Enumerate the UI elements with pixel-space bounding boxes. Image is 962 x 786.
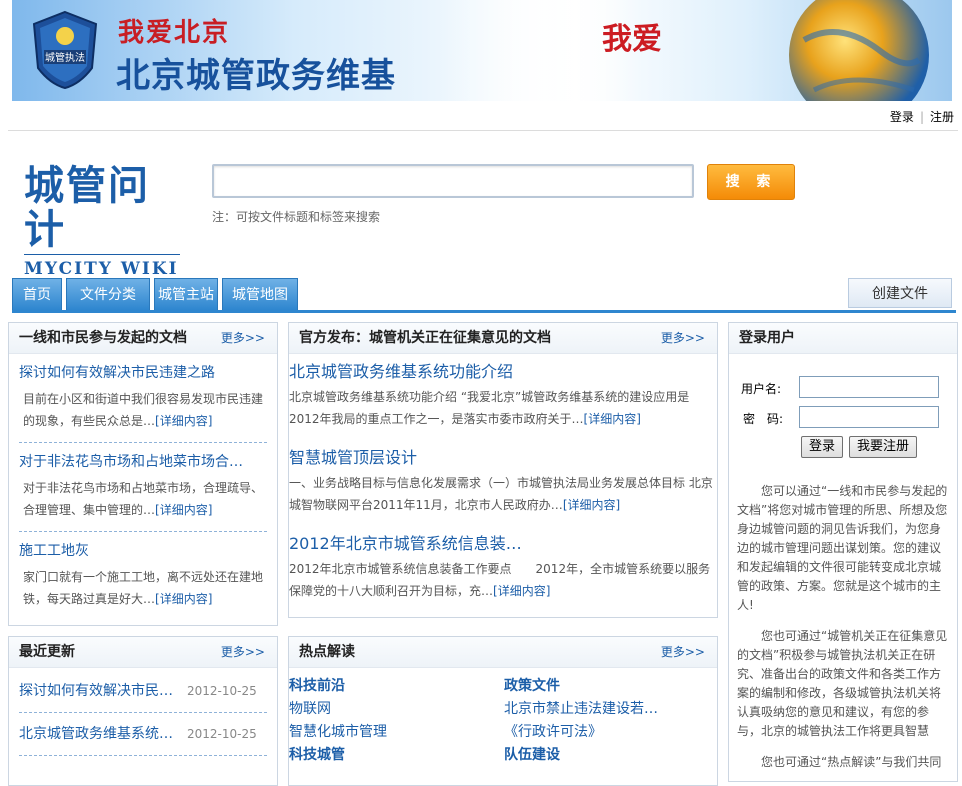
banner-title: 北京城管政务维基 xyxy=(116,56,396,96)
search-button[interactable]: 搜 索 xyxy=(707,164,795,200)
dashed-divider xyxy=(19,755,267,756)
nav-underline xyxy=(12,310,956,313)
panel-title: 登录用户 xyxy=(729,323,957,354)
citizen-doc-detail-3[interactable]: [详细内容] xyxy=(155,592,212,606)
citizen-docs-panel: 一线和市民参与发起的文档 更多>> 探讨如何有效解决市民违建之路 目前在小区和街… xyxy=(8,322,278,626)
badge-text: 城管执法 xyxy=(45,51,85,64)
login-intro-1: 您可以通过“一线和市民参与发起的文档”将您对城市管理的所思、所想及您身边城管问题… xyxy=(737,484,948,612)
password-input[interactable] xyxy=(799,406,939,428)
hot-left-link-1[interactable]: 物联网 xyxy=(289,698,499,721)
hot-more-link[interactable]: 更多>> xyxy=(661,637,705,667)
hot-title: 热点解读 xyxy=(299,644,355,660)
city-management-badge-icon: 城管执法 xyxy=(32,10,98,90)
recent-item-date-2: 2012-10-25 xyxy=(187,727,257,741)
search-input[interactable] xyxy=(212,164,694,198)
citizen-doc-title-1[interactable]: 探讨如何有效解决市民违建之路 xyxy=(19,365,215,381)
recent-item-title-2[interactable]: 北京城管政务维基系统… xyxy=(19,726,173,742)
citizen-doc-title-3[interactable]: 施工工地灰 xyxy=(19,543,89,559)
official-doc-title-2[interactable]: 智慧城管顶层设计 xyxy=(289,448,417,467)
hot-right-link-2[interactable]: 《行政许可法》 xyxy=(504,721,714,744)
hot-topics-panel: 热点解读 更多>> 科技前沿 物联网 智慧化城市管理 科技城管 政策文件 北京市… xyxy=(288,636,718,786)
tab-main-site[interactable]: 城管主站 xyxy=(154,278,218,310)
official-doc-detail-2[interactable]: [详细内容] xyxy=(563,498,620,512)
panel-title: 最近更新 更多>> xyxy=(9,637,277,668)
login-button[interactable]: 登录 xyxy=(801,436,843,458)
citizen-doc-detail-2[interactable]: [详细内容] xyxy=(155,503,212,517)
register-button[interactable]: 我要注册 xyxy=(849,436,917,458)
official-doc-detail-3[interactable]: [详细内容] xyxy=(493,584,550,598)
hot-right-heading-1[interactable]: 政策文件 xyxy=(504,675,714,698)
search-note: 注：可按文件标题和标签来搜索 xyxy=(212,210,381,224)
banner-slogan-small: 我爱北京 xyxy=(118,18,231,48)
username-input[interactable] xyxy=(799,376,939,398)
dashed-divider xyxy=(19,712,267,713)
panel-title: 官方发布：城管机关正在征集意见的文档 更多>> xyxy=(289,323,717,354)
logo-cn-text: 城管问计 xyxy=(24,162,150,253)
dashed-divider xyxy=(19,442,267,443)
citizen-docs-title: 一线和市民参与发起的文档 xyxy=(19,330,187,346)
table-row: 北京城管政务维基系统… 2012-10-25 xyxy=(19,721,267,747)
official-docs-panel: 官方发布：城管机关正在征集意见的文档 更多>> 北京城管政务维基系统功能介绍 北… xyxy=(288,322,718,618)
citizen-doc-desc-2: 对于非法花鸟市场和占地菜市场，合理疏导、合理管理、集中管理的… xyxy=(23,481,264,517)
globe-icon xyxy=(789,0,929,101)
hot-right-link-1[interactable]: 北京市禁止违法建设若… xyxy=(504,698,714,721)
separator: | xyxy=(919,110,924,124)
citizen-docs-more-link[interactable]: 更多>> xyxy=(221,323,265,353)
official-doc-desc-2: 一、业务战略目标与信息化发展需求（一）市城管执法局业务发展总体目标 北京城智物联… xyxy=(289,476,713,512)
banner-slogan-right: 我爱 xyxy=(602,22,662,57)
recent-item-date-1: 2012-10-25 xyxy=(187,684,257,698)
divider xyxy=(8,130,958,131)
top-links: 登录 | 注册 xyxy=(890,108,954,125)
dashed-divider xyxy=(19,531,267,532)
panel-title: 热点解读 更多>> xyxy=(289,637,717,668)
list-item: 家门口就有一个施工工地，离不远处还在建地铁，每天路过真是好大…[详细内容] xyxy=(19,566,267,610)
logo-en-text: MYCITY WIKI xyxy=(24,259,179,279)
username-label: 用户名: xyxy=(741,382,782,396)
list-item: 北京城管政务维基系统功能介绍 “我爱北京”城管政务维基系统的建设应用是2012年… xyxy=(289,386,717,430)
citizen-doc-desc-1: 目前在小区和街道中我们很容易发现市民违建的现象，有些民众总是… xyxy=(23,392,264,428)
citizen-doc-desc-3: 家门口就有一个施工工地，离不远处还在建地铁，每天路过真是好大… xyxy=(23,570,264,606)
login-panel: 登录用户 用户名: 密 码: 登录 我要注册 您可以通过“一线和市民参与发起的文… xyxy=(728,322,958,782)
official-doc-title-3[interactable]: 2012年北京市城管系统信息装… xyxy=(289,534,522,553)
login-panel-title: 登录用户 xyxy=(739,330,795,346)
list-item: 对于非法花鸟市场和占地菜市场，合理疏导、合理管理、集中管理的…[详细内容] xyxy=(19,477,267,521)
official-doc-title-1[interactable]: 北京城管政务维基系统功能介绍 xyxy=(289,362,513,381)
list-item: 2012年北京市城管系统信息装备工作要点 2012年，全市城管系统要以服务保障党… xyxy=(289,558,717,602)
tab-home[interactable]: 首页 xyxy=(12,278,62,310)
list-item: 一、业务战略目标与信息化发展需求（一）市城管执法局业务发展总体目标 北京城智物联… xyxy=(289,472,717,516)
table-row: 探讨如何有效解决市民… 2012-10-25 xyxy=(19,678,267,704)
official-docs-title: 官方发布：城管机关正在征集意见的文档 xyxy=(299,330,551,346)
logo-rule xyxy=(24,254,180,255)
login-intro-2: 您也可通过“城管机关正在征集意见的文档”积极参与城管执法机关正在研究、准备出台的… xyxy=(737,629,948,738)
recent-more-link[interactable]: 更多>> xyxy=(221,637,265,667)
top-login-link[interactable]: 登录 xyxy=(890,110,914,124)
recent-updates-panel: 最近更新 更多>> 探讨如何有效解决市民… 2012-10-25 北京城管政务维… xyxy=(8,636,278,786)
hot-left-heading-2[interactable]: 科技城管 xyxy=(289,744,499,767)
tab-map[interactable]: 城管地图 xyxy=(222,278,298,310)
hot-left-heading-1[interactable]: 科技前沿 xyxy=(289,675,499,698)
table-row xyxy=(19,764,267,785)
panel-title: 一线和市民参与发起的文档 更多>> xyxy=(9,323,277,354)
citizen-doc-title-2[interactable]: 对于非法花鸟市场和占地菜市场合… xyxy=(19,454,243,470)
login-intro-3: 您也可通过“热点解读”与我们共同 xyxy=(761,755,942,769)
password-label: 密 码: xyxy=(743,412,784,426)
official-docs-more-link[interactable]: 更多>> xyxy=(661,323,705,353)
site-logo[interactable]: 城管问计 MYCITY WIKI xyxy=(24,164,184,279)
top-register-link[interactable]: 注册 xyxy=(930,110,954,124)
list-item: 目前在小区和街道中我们很容易发现市民违建的现象，有些民众总是…[详细内容] xyxy=(19,388,267,432)
citizen-doc-detail-1[interactable]: [详细内容] xyxy=(155,414,212,428)
recent-title: 最近更新 xyxy=(19,644,75,660)
hot-right-heading-2[interactable]: 队伍建设 xyxy=(504,744,714,767)
hot-left-link-2[interactable]: 智慧化城市管理 xyxy=(289,721,499,744)
create-file-button[interactable]: 创建文件 xyxy=(848,278,952,308)
official-doc-detail-1[interactable]: [详细内容] xyxy=(584,412,641,426)
recent-item-title-1[interactable]: 探讨如何有效解决市民… xyxy=(19,683,173,699)
header-banner: 城管执法 我爱北京 北京城管政务维基 我爱 xyxy=(12,0,952,101)
tab-file-categories[interactable]: 文件分类 xyxy=(66,278,150,310)
